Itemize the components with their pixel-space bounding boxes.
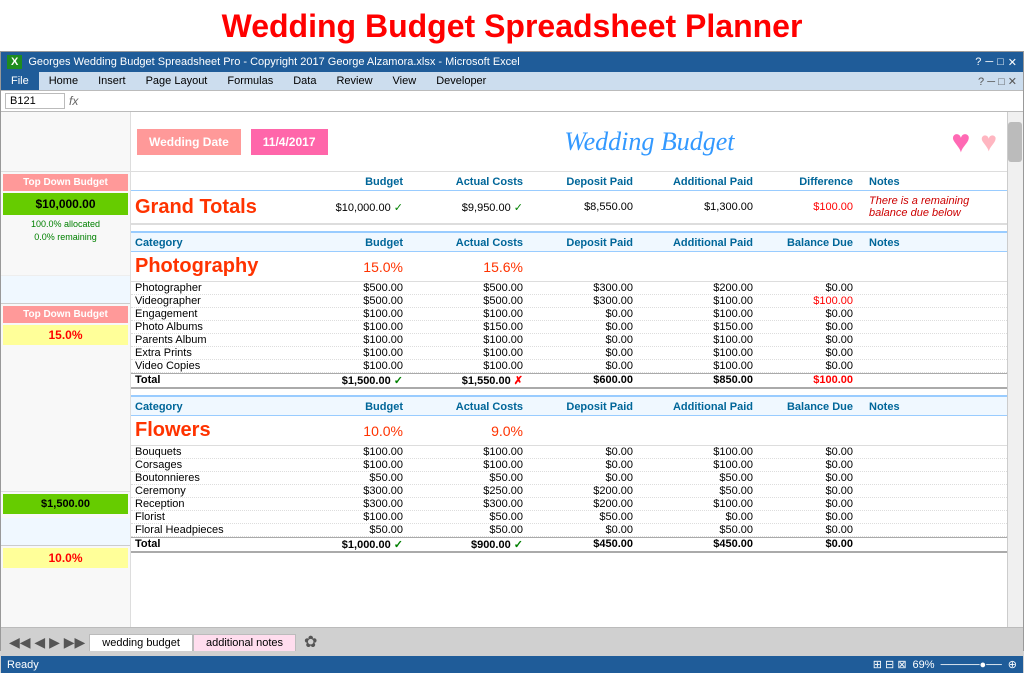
flowers-header: Flowers 10.0% 9.0% [131, 416, 1007, 446]
photo-item-5: Extra Prints $100.00 $100.00 $0.00 $100.… [131, 347, 1007, 360]
photo-col-headers: Category Budget Actual Costs Deposit Pai… [131, 231, 1007, 252]
heart-light-icon: ♥ [980, 126, 997, 158]
nav-arrows[interactable]: ◀◀ ◀ ▶ ▶▶ [5, 632, 89, 653]
tab-formulas[interactable]: Formulas [217, 72, 283, 90]
header-section: Wedding Date 11/4/2017 Wedding Budget ♥ … [131, 112, 1007, 172]
photo-item-1: Videographer $500.00 $500.00 $300.00 $10… [131, 295, 1007, 308]
flowers-item-5: Florist $100.00 $50.00 $50.00 $0.00 $0.0… [131, 511, 1007, 524]
photo-total: Total $1,500.00 ✓ $1,550.00 ✗ $600.00 $8… [131, 373, 1007, 389]
left-sidebar: Top Down Budget $10,000.00 100.0% alloca… [1, 112, 131, 627]
tab-insert[interactable]: Insert [88, 72, 136, 90]
excel-icon: X [7, 55, 22, 69]
flowers-item-4: Reception $300.00 $300.00 $200.00 $100.0… [131, 498, 1007, 511]
top-down-budget-label-2: Top Down Budget [3, 306, 128, 323]
excel-window: X Georges Wedding Budget Spreadsheet Pro… [0, 51, 1024, 651]
tab-developer[interactable]: Developer [426, 72, 496, 90]
title-bar: X Georges Wedding Budget Spreadsheet Pro… [1, 52, 1023, 72]
tab-review[interactable]: Review [326, 72, 382, 90]
photo-item-0: Photographer $500.00 $500.00 $300.00 $20… [131, 282, 1007, 295]
sidebar-photography-pct: 15.0% [3, 325, 128, 345]
gt-actual-check: ✓ [514, 202, 523, 214]
gt-budget-check: ✓ [394, 202, 403, 214]
main-scroll[interactable]: Wedding Date 11/4/2017 Wedding Budget ♥ … [131, 112, 1007, 602]
hearts-area: ♥ ♥ [951, 123, 997, 160]
grand-totals-col-headers: Budget Actual Costs Deposit Paid Additio… [131, 172, 1007, 191]
status-bar: Ready ⊞ ⊟ ⊠ 69% ─────●── ⊕ [1, 656, 1023, 673]
flowers-item-0: Bouquets $100.00 $100.00 $0.00 $100.00 $… [131, 446, 1007, 459]
sidebar-allocated: 100.0% allocated 0.0% remaining [1, 217, 130, 244]
tab-file[interactable]: File [1, 72, 39, 90]
zoom-slider[interactable]: ─────●── [941, 659, 1002, 671]
cell-reference[interactable] [5, 93, 65, 109]
sheet-tab-add[interactable]: ✿ [296, 630, 325, 654]
col-hdr-actual: Actual Costs [411, 176, 531, 188]
zoom-level: 69% [913, 659, 935, 671]
col-hdr-additional: Additional Paid [641, 176, 761, 188]
wedding-date-value: 11/4/2017 [251, 129, 328, 155]
grand-totals-row: Grand Totals $10,000.00 ✓ $9,950.00 ✓ $8… [131, 191, 1007, 225]
main-content: Wedding Date 11/4/2017 Wedding Budget ♥ … [131, 112, 1007, 627]
sidebar-budget-amount: $10,000.00 [3, 193, 128, 215]
zoom-in-icon[interactable]: ⊕ [1008, 658, 1017, 671]
flowers-total: Total $1,000.00 ✓ $900.00 ✓ $450.00 $450… [131, 537, 1007, 553]
tab-page-layout[interactable]: Page Layout [136, 72, 218, 90]
main-title: Wedding Budget Spreadsheet Planner [0, 0, 1024, 51]
col-hdr-budget: Budget [291, 176, 411, 188]
tab-home[interactable]: Home [39, 72, 88, 90]
photo-item-2: Engagement $100.00 $100.00 $0.00 $100.00… [131, 308, 1007, 321]
photo-item-4: Parents Album $100.00 $100.00 $0.00 $100… [131, 334, 1007, 347]
gt-deposit: $8,550.00 [531, 201, 641, 213]
sidebar-photography-budget: $1,500.00 [3, 494, 128, 514]
gt-actual: $9,950.00 ✓ [411, 201, 531, 214]
gt-note: There is a remaining balance due below [861, 195, 1007, 219]
sheet-tab-notes[interactable]: additional notes [193, 634, 296, 651]
ready-status: Ready [7, 659, 39, 671]
flowers-item-3: Ceremony $300.00 $250.00 $200.00 $50.00 … [131, 485, 1007, 498]
col-hdr-deposit: Deposit Paid [531, 176, 641, 188]
photo-item-6: Video Copies $100.00 $100.00 $0.00 $100.… [131, 360, 1007, 373]
flowers-item-6: Floral Headpieces $50.00 $50.00 $0.00 $5… [131, 524, 1007, 537]
ribbon-tabs[interactable]: File Home Insert Page Layout Formulas Da… [1, 72, 1023, 90]
formula-bar: fx [1, 90, 1023, 112]
col-hdr-category [131, 176, 291, 188]
vertical-scrollbar[interactable] [1007, 112, 1023, 627]
sidebar-flowers-pct: 10.0% [3, 548, 128, 568]
gt-difference: $100.00 [761, 201, 861, 213]
spreadsheet-area: Top Down Budget $10,000.00 100.0% alloca… [1, 112, 1023, 627]
photo-header: Photography 15.0% 15.6% [131, 252, 1007, 282]
col-hdr-notes: Notes [861, 176, 1007, 188]
photo-item-3: Photo Albums $100.00 $150.00 $0.00 $150.… [131, 321, 1007, 334]
formula-input[interactable] [82, 95, 1019, 107]
title-bar-text: Georges Wedding Budget Spreadsheet Pro -… [28, 56, 519, 68]
flowers-item-2: Boutonnieres $50.00 $50.00 $0.00 $50.00 … [131, 472, 1007, 485]
flowers-col-headers: Category Budget Actual Costs Deposit Pai… [131, 395, 1007, 416]
wedding-budget-title: Wedding Budget [348, 127, 952, 157]
wedding-date-label: Wedding Date [137, 129, 241, 155]
sheet-tab-wedding[interactable]: wedding budget [89, 634, 193, 651]
heart-pink-icon: ♥ [951, 123, 970, 160]
layout-icons[interactable]: ⊞ ⊟ ⊠ [873, 658, 907, 671]
title-bar-controls[interactable]: ?─□✕ [975, 56, 1017, 69]
col-hdr-difference: Difference [761, 176, 861, 188]
top-down-budget-label-1: Top Down Budget [3, 174, 128, 191]
tab-data[interactable]: Data [283, 72, 326, 90]
flowers-item-1: Corsages $100.00 $100.00 $0.00 $100.00 $… [131, 459, 1007, 472]
gt-additional: $1,300.00 [641, 201, 761, 213]
tab-view[interactable]: View [383, 72, 427, 90]
gt-budget: $10,000.00 ✓ [291, 201, 411, 214]
grand-totals-label: Grand Totals [131, 196, 291, 219]
fx-label: fx [69, 94, 78, 108]
